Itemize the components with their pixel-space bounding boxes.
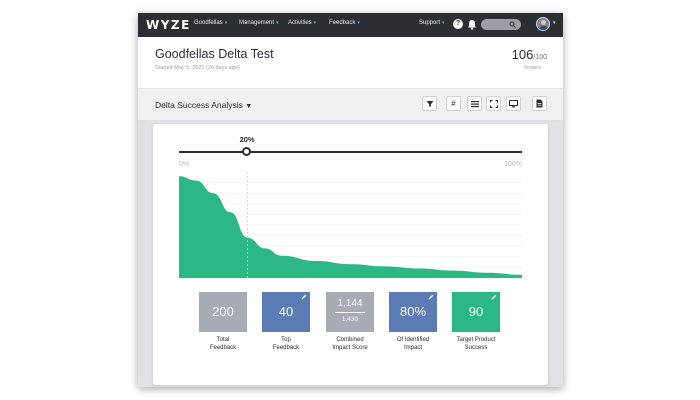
slider-min-label: 0%	[179, 161, 190, 168]
tester-count-label: Testers	[523, 65, 541, 71]
list-icon	[470, 101, 479, 108]
monitor-icon	[509, 100, 518, 108]
metric-value: 200	[212, 304, 234, 319]
document-icon	[536, 99, 543, 108]
metric-top-feedback[interactable]: 40	[262, 292, 310, 332]
fraction-divider	[335, 312, 365, 313]
test-start-date: Started May 5, 2021 (26 days ago)	[155, 65, 240, 71]
nav-support[interactable]: Support ▾	[419, 20, 445, 26]
delta-area-chart	[179, 172, 522, 278]
metric-value-total: 1,430	[341, 316, 359, 323]
filter-icon	[426, 101, 433, 107]
tester-count: 106/100	[511, 47, 547, 62]
metric-label-combined-impact: Combined Impact Score	[332, 337, 368, 351]
logo: WYZE	[146, 18, 191, 32]
metric-label-total-feedback: Total Feedback	[209, 337, 237, 351]
metric-combined-impact[interactable]: 1,144 1,430	[326, 292, 374, 332]
app-window: WYZE Goodfellas ▾ Management ▾ Activities ▾…	[138, 13, 563, 387]
search-input[interactable]	[481, 19, 521, 30]
area-series	[179, 176, 522, 278]
export-button[interactable]	[532, 96, 547, 111]
metric-label-target-success: Target Product Success	[456, 337, 496, 351]
metric-total-feedback[interactable]: 200	[199, 292, 247, 332]
search-icon	[509, 21, 516, 28]
slider-handle[interactable]	[241, 147, 251, 156]
analysis-card: 20% 0% 100% 200 Total Feedback 40 Top Fe…	[153, 124, 548, 385]
avatar[interactable]	[536, 17, 550, 31]
expand-icon	[489, 99, 498, 109]
help-icon[interactable]: ?	[453, 19, 463, 29]
nav-goodfellas[interactable]: Goodfellas ▾	[194, 20, 227, 26]
metric-target-success[interactable]: 90	[452, 292, 500, 332]
hash-button[interactable]: #	[446, 96, 461, 111]
chevron-down-icon[interactable]: ▾	[553, 20, 556, 26]
avatar-body	[539, 26, 548, 30]
metric-identified-impact[interactable]: 80%	[389, 292, 437, 332]
test-header: Goodfellas Delta Test Started May 5, 202…	[138, 37, 563, 89]
nav-feedback[interactable]: Feedback ▾	[329, 20, 360, 26]
analysis-toolbar: Delta Success Analysis ▼ #	[138, 89, 563, 121]
pencil-icon[interactable]	[301, 294, 307, 300]
expand-button[interactable]	[486, 96, 501, 111]
nav-management[interactable]: Management ▾	[239, 20, 279, 26]
metric-label-identified-impact: Of Identified Impact	[396, 337, 430, 351]
slider-value-label: 20%	[239, 135, 255, 144]
list-button[interactable]	[467, 96, 482, 111]
analysis-dropdown[interactable]: Delta Success Analysis ▼	[155, 100, 252, 110]
slider-max-label: 100%	[504, 161, 522, 168]
monitor-button[interactable]	[506, 96, 521, 111]
metric-value: 1,144	[337, 298, 363, 309]
slider-track[interactable]	[179, 151, 522, 153]
pencil-icon[interactable]	[491, 294, 497, 300]
nav-activities[interactable]: Activities ▾	[288, 20, 316, 26]
bell-icon[interactable]	[467, 19, 477, 30]
pencil-icon[interactable]	[428, 294, 434, 300]
page-title: Goodfellas Delta Test	[155, 47, 274, 61]
hash-icon: #	[451, 99, 456, 108]
filter-button[interactable]	[422, 96, 437, 111]
top-nav: WYZE Goodfellas ▾ Management ▾ Activities ▾…	[138, 13, 563, 37]
avatar-head	[541, 20, 546, 25]
metric-label-top-feedback: Top Feedback	[272, 337, 300, 351]
